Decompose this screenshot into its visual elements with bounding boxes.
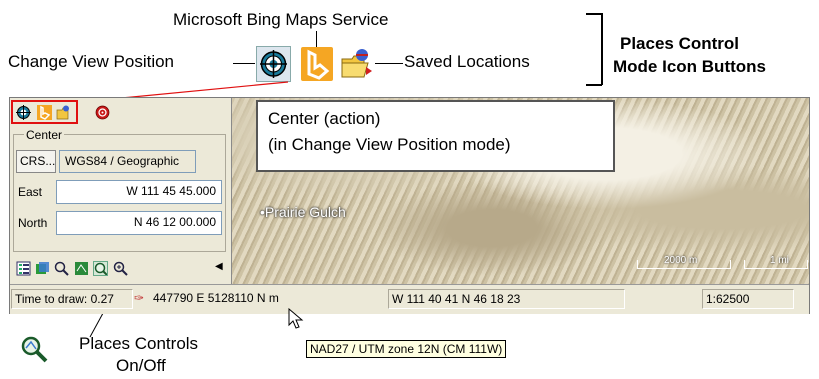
- layers-button[interactable]: [35, 261, 50, 276]
- bing-maps-callout: Microsoft Bing Maps Service: [173, 10, 389, 29]
- list-view-button[interactable]: [16, 261, 31, 276]
- callout-line-saved: [375, 63, 403, 64]
- east-field[interactable]: W 111 45 45.000: [56, 180, 222, 204]
- places-mode-title-2: Mode Icon Buttons: [613, 57, 766, 76]
- status-projected-coords[interactable]: 447790 E 5128110 N m: [150, 289, 387, 309]
- places-controls-large-icon: [19, 335, 49, 363]
- center-icon: [95, 105, 110, 120]
- map-layers-button[interactable]: [74, 261, 89, 276]
- saved-locations-small-button[interactable]: [56, 105, 71, 120]
- places-controls-icon: [21, 336, 48, 363]
- places-control-panel: Center CRS... WGS84 / Geographic East W …: [10, 98, 232, 284]
- change-view-position-mode-button[interactable]: [256, 46, 291, 82]
- center-action-callout: Center (action) (in Change View Position…: [256, 100, 615, 172]
- status-scale: 1:62500: [702, 289, 794, 309]
- north-field[interactable]: N 46 12 00.000: [56, 211, 222, 235]
- bracket-bottom: [586, 84, 602, 86]
- bing-maps-small-button[interactable]: [37, 105, 52, 120]
- change-view-position-small-button[interactable]: [16, 105, 31, 120]
- search-icon: [54, 261, 69, 276]
- crs-button[interactable]: CRS...: [16, 150, 56, 173]
- zoom-in-button[interactable]: [113, 261, 128, 276]
- collapse-panel-arrow-icon[interactable]: ◀: [215, 261, 225, 276]
- map-icon: [75, 262, 88, 275]
- bing-icon: [40, 105, 51, 120]
- places-onoff-label-2: On/Off: [116, 356, 166, 375]
- bing-icon: [307, 49, 330, 80]
- target-icon: [260, 50, 287, 78]
- places-mode-title-1: Places Control: [620, 34, 740, 53]
- folder-globe-icon: [341, 49, 372, 78]
- places-onoff-label-1: Places Controls: [79, 334, 199, 353]
- bracket-vertical: [601, 13, 603, 85]
- center-action-line-1: Center (action): [268, 109, 381, 128]
- places-controls-toggle[interactable]: [93, 261, 108, 276]
- target-icon: [16, 105, 31, 120]
- bracket-top: [586, 13, 602, 15]
- place-label: •Prairie Gulch: [260, 204, 346, 220]
- folder-icon: [56, 105, 69, 120]
- crs-field[interactable]: WGS84 / Geographic: [59, 150, 196, 173]
- zoom-in-icon: [113, 261, 128, 276]
- scale-label-metric: 2000 m: [664, 255, 698, 266]
- scale-label-imperial: 1 mi: [770, 255, 789, 266]
- search-button[interactable]: [54, 261, 69, 276]
- change-view-position-callout: Change View Position: [8, 52, 175, 71]
- callout-line-bing: [316, 31, 317, 48]
- pin-icon: ✑: [134, 291, 145, 305]
- bing-maps-mode-button[interactable]: [301, 47, 333, 81]
- center-group-label: Center: [24, 128, 65, 142]
- status-geo-coords: W 111 40 41 N 46 18 23: [388, 289, 625, 309]
- status-bar: Time to draw: 0.27 ✑ 447790 E 5128110 N …: [10, 284, 809, 314]
- place-name: Prairie Gulch: [264, 204, 346, 220]
- callout-line-change-view: [233, 63, 255, 64]
- east-label: East: [18, 185, 43, 199]
- crs-tooltip: NAD27 / UTM zone 12N (CM 111W): [306, 340, 507, 358]
- mouse-cursor-icon: [288, 308, 304, 329]
- saved-locations-mode-button[interactable]: [340, 47, 374, 81]
- saved-locations-callout: Saved Locations: [404, 52, 530, 71]
- layers-icon: [36, 262, 49, 274]
- center-action-button[interactable]: [95, 105, 110, 120]
- places-controls-icon: [94, 262, 108, 276]
- center-action-line-2: (in Change View Position mode): [268, 135, 511, 154]
- list-icon: [16, 261, 31, 276]
- north-label: North: [18, 216, 48, 230]
- status-time-to-draw: Time to draw: 0.27: [11, 289, 133, 309]
